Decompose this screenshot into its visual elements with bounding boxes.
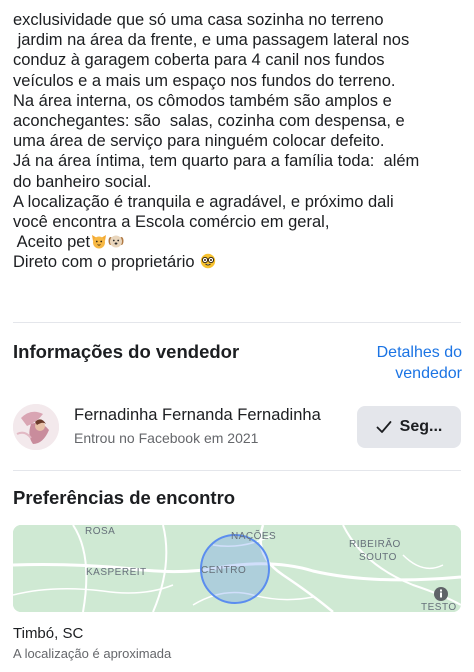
map-label-kaspereit: KASPEREIT	[86, 567, 147, 578]
description-line: jardim na área da frente, e uma passagem…	[13, 31, 410, 50]
dog-face-emoji-icon	[108, 235, 124, 248]
map-label-souto: SOUTO	[359, 552, 397, 563]
seller-details-link[interactable]: Detalhes do vendedor	[352, 342, 462, 384]
cat-face-emoji-icon	[92, 235, 107, 249]
info-icon[interactable]	[434, 587, 448, 601]
meeting-section-title: Preferências de encontro	[13, 487, 236, 508]
meeting-city: Timbó, SC	[13, 625, 84, 642]
map-label-centro: CENTRO	[201, 565, 246, 576]
description-line: Já na área íntima, tem quarto para a fam…	[13, 152, 420, 171]
listing-description: exclusividade que só uma casa sozinha no…	[13, 10, 468, 273]
seller-name[interactable]: Fernadinha Fernanda Fernadinha	[74, 406, 321, 425]
approx-location-note: A localização é aproximada	[13, 646, 172, 661]
direct-text: Direto com o proprietário	[13, 253, 195, 272]
divider	[13, 470, 461, 471]
description-line: veículos e a mais um espaço nos fundos d…	[13, 71, 396, 90]
location-map[interactable]: ROSA NAÇÕES RIBEIRÃO SOUTO KASPEREIT CEN…	[13, 525, 461, 612]
divider	[13, 322, 461, 323]
direct-line: Direto com o proprietário	[13, 252, 468, 272]
follow-button[interactable]: Seg...	[357, 406, 461, 448]
description-line: conduz à garagem coberta para 4 canil no…	[13, 51, 385, 70]
description-line: do banheiro social.	[13, 172, 152, 191]
map-label-testo: TESTO	[421, 602, 457, 612]
check-icon	[376, 421, 392, 433]
seller-section-title: Informações do vendedor	[13, 341, 240, 362]
description-line: aconchegantes: são salas, cozinha com de…	[13, 112, 405, 131]
description-line: uma área de serviço para ninguém colocar…	[13, 132, 385, 151]
seller-joined-text: Entrou no Facebook em 2021	[74, 430, 259, 446]
pets-text: Aceito pet	[13, 233, 91, 252]
avatar[interactable]	[13, 404, 59, 450]
pets-line: Aceito pet	[13, 232, 468, 252]
map-canvas: ROSA NAÇÕES RIBEIRÃO SOUTO KASPEREIT CEN…	[13, 525, 461, 612]
avatar-image	[13, 404, 59, 450]
description-line: você encontra a Escola comércio em geral…	[13, 213, 330, 232]
map-label-nacoes: NAÇÕES	[231, 529, 276, 542]
nerd-face-emoji-icon	[200, 254, 216, 269]
description-line: exclusividade que só uma casa sozinha no…	[13, 11, 384, 29]
follow-button-label: Seg...	[399, 418, 443, 435]
description-line: Na área interna, os cômodos também são a…	[13, 91, 392, 110]
map-label-ribeirao: RIBEIRÃO	[349, 537, 401, 550]
map-label-rosa: ROSA	[85, 526, 115, 537]
description-line: A localização é tranquila e agradável, e…	[13, 192, 394, 211]
